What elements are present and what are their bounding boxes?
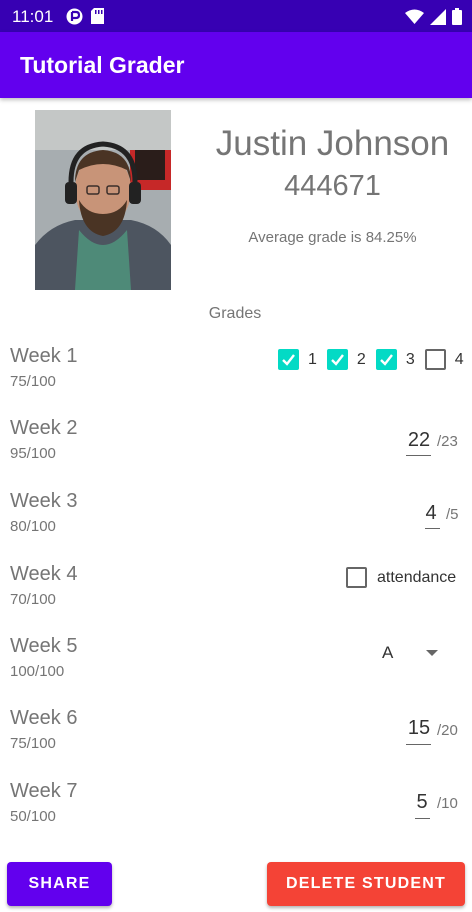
week-name: Week 3: [10, 490, 78, 512]
checkbox-2[interactable]: [326, 349, 348, 370]
wifi-icon: [405, 9, 424, 29]
grade-input-underline: [406, 455, 431, 456]
week-row-1: Week 1 75/100 1 2 3 4: [0, 345, 472, 417]
week-score: 70/100: [10, 591, 56, 608]
app-title: Tutorial Grader: [20, 52, 185, 78]
week-row-6: Week 6 75/100 15 /20: [0, 707, 472, 779]
checkbox-label: 4: [454, 350, 464, 368]
student-id: 444671: [284, 170, 381, 202]
grade-max: /20: [437, 722, 458, 739]
grade-input[interactable]: 5: [413, 791, 431, 814]
grade-input-underline: [406, 744, 431, 745]
week-row-4: Week 4 70/100 attendance: [0, 563, 472, 635]
signal-icon: [430, 8, 446, 30]
check-icon: [331, 354, 344, 366]
grade-input[interactable]: 22: [404, 429, 434, 452]
checkbox-3[interactable]: [375, 349, 397, 370]
grade-input[interactable]: 15: [404, 717, 434, 740]
check-icon: [282, 354, 295, 366]
week-score: 75/100: [10, 735, 56, 752]
week-name: Week 7: [10, 780, 78, 802]
dropdown-arrow-icon[interactable]: [426, 650, 438, 656]
grade-max: /10: [437, 795, 458, 812]
battery-icon: [452, 8, 462, 30]
grade-max: /23: [437, 433, 458, 450]
week-name: Week 1: [10, 345, 78, 367]
status-time: 11:01: [12, 7, 54, 26]
week-row-2: Week 2 95/100 22 /23: [0, 417, 472, 489]
week-score: 95/100: [10, 445, 56, 462]
checkbox-label: 2: [356, 350, 366, 368]
media-icon: [66, 8, 83, 30]
week-row-7: Week 7 50/100 5 /10: [0, 780, 472, 852]
week-score: 100/100: [10, 663, 65, 680]
status-bar: 11:01: [0, 0, 472, 32]
grade-input-underline: [415, 818, 430, 819]
student-photo: [35, 110, 171, 290]
sd-card-icon: [91, 8, 104, 30]
average-grade: Average grade is 84.25%: [248, 229, 417, 246]
attendance-checkbox-group: attendance: [346, 567, 456, 588]
grade-max: /5: [446, 506, 459, 523]
week-1-checkbox-group: 1 2 3 4: [278, 349, 472, 370]
check-icon: [379, 354, 393, 366]
checkbox-1[interactable]: [278, 349, 299, 370]
attendance-checkbox[interactable]: [346, 567, 367, 588]
checkbox-4[interactable]: [424, 349, 446, 370]
grades-heading: Grades: [208, 305, 262, 322]
checkbox-label: 1: [308, 350, 317, 368]
grade-input[interactable]: 4: [422, 502, 440, 525]
week-name: Week 2: [10, 417, 78, 439]
checkbox-label: 3: [405, 350, 415, 368]
attendance-label: attendance: [377, 568, 457, 586]
week-name: Week 5: [10, 635, 78, 657]
app-bar: Tutorial Grader: [0, 32, 472, 98]
week-score: 80/100: [10, 518, 56, 535]
week-name: Week 6: [10, 707, 78, 729]
grade-input-underline: [425, 528, 440, 529]
week-score: 75/100: [10, 373, 56, 390]
week-score: 50/100: [10, 808, 56, 825]
week-row-5: Week 5 100/100 A: [0, 635, 472, 707]
delete-student-button[interactable]: DELETE STUDENT: [267, 862, 465, 906]
grade-spinner[interactable]: A: [382, 643, 393, 663]
week-name: Week 4: [10, 563, 78, 585]
share-button[interactable]: SHARE: [7, 862, 112, 906]
week-row-3: Week 3 80/100 4 /5: [0, 490, 472, 562]
student-name: Justin Johnson: [215, 124, 450, 163]
